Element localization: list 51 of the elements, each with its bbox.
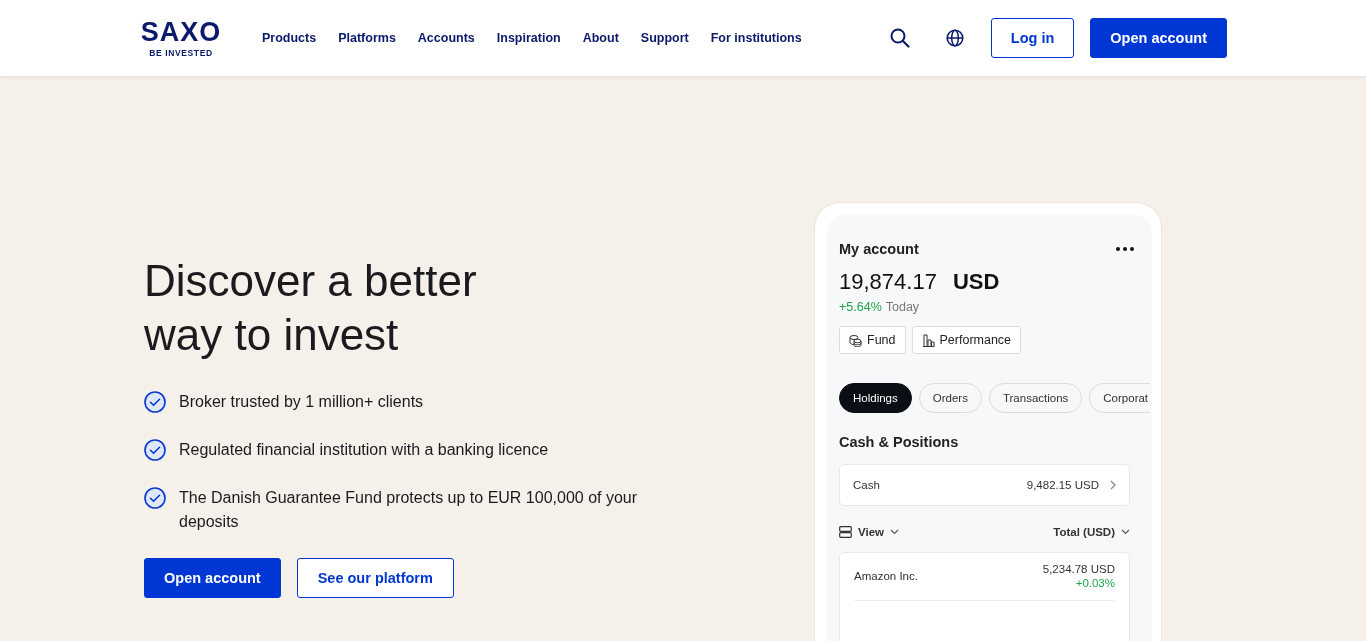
holdings-tab[interactable]: Orders [918,383,982,413]
globe-icon [945,29,964,47]
balance-amount: 19,874.17 [839,269,937,295]
check-circle-icon [144,391,166,413]
bar-chart-icon [921,333,935,347]
logo-tagline: BE INVESTED [149,48,213,58]
nav-link[interactable]: For institutions [710,31,802,45]
open-account-button[interactable]: Open account [1090,18,1227,58]
nav-link[interactable]: Products [262,31,317,45]
more-icon [1116,247,1134,251]
chevron-down-icon [1121,529,1130,535]
chevron-down-icon [890,529,899,535]
balance-currency: USD [952,269,1000,295]
nav-link[interactable]: About [582,31,619,45]
search-icon [889,28,910,48]
open-account-button[interactable]: Open account [144,558,281,598]
rows-icon [839,526,852,538]
section-title: Cash & Positions [839,434,960,450]
feature-text: The Danish Guarantee Fund protects up to EUR 100,000 of your deposits [179,488,639,532]
change-period: Today [885,300,920,314]
fund-button[interactable]: Fund [839,326,906,354]
language-button[interactable] [945,29,964,47]
feature-text: Regulated financial institution with a banking licence [179,440,549,460]
position-value: 5,234.78 USD [1042,563,1115,575]
cash-card[interactable]: Cash 9,482.15 USD [839,464,1130,506]
check-circle-icon [144,487,166,509]
hero-heading: Discover a better way to invest [144,255,478,361]
holdings-tab[interactable]: Transactions [988,383,1083,413]
performance-button[interactable]: Performance [911,326,1022,354]
coins-icon [849,333,862,347]
logo-wordmark[interactable]: SAXO [140,18,222,46]
account-title: My account [839,241,919,257]
search-button[interactable] [889,28,910,48]
chevron-right-icon [1110,480,1116,490]
platform-button[interactable]: See our platform [296,558,454,598]
nav-link[interactable]: Accounts [417,31,475,45]
nav-link[interactable]: Support [640,31,689,45]
feature-text: Broker trusted by 1 million+ clients [179,392,424,412]
position-change: +0.03% [1075,577,1115,589]
nav-link[interactable]: Inspiration [496,31,561,45]
cash-value: 9,482.15 USD [1026,479,1099,491]
holdings-tab[interactable]: Holdings [839,383,912,413]
login-button[interactable]: Log in [990,18,1075,58]
position-name: Amazon Inc. [854,570,918,582]
view-dropdown[interactable]: View [839,526,899,538]
check-circle-icon [144,439,166,461]
nav-link[interactable]: Platforms [338,31,396,45]
cash-label: Cash [853,479,880,491]
total-dropdown[interactable]: Total (USD) [1053,526,1130,538]
holdings-tab[interactable]: Corporat [1089,383,1151,413]
change-percent: +5.64% [839,300,882,314]
